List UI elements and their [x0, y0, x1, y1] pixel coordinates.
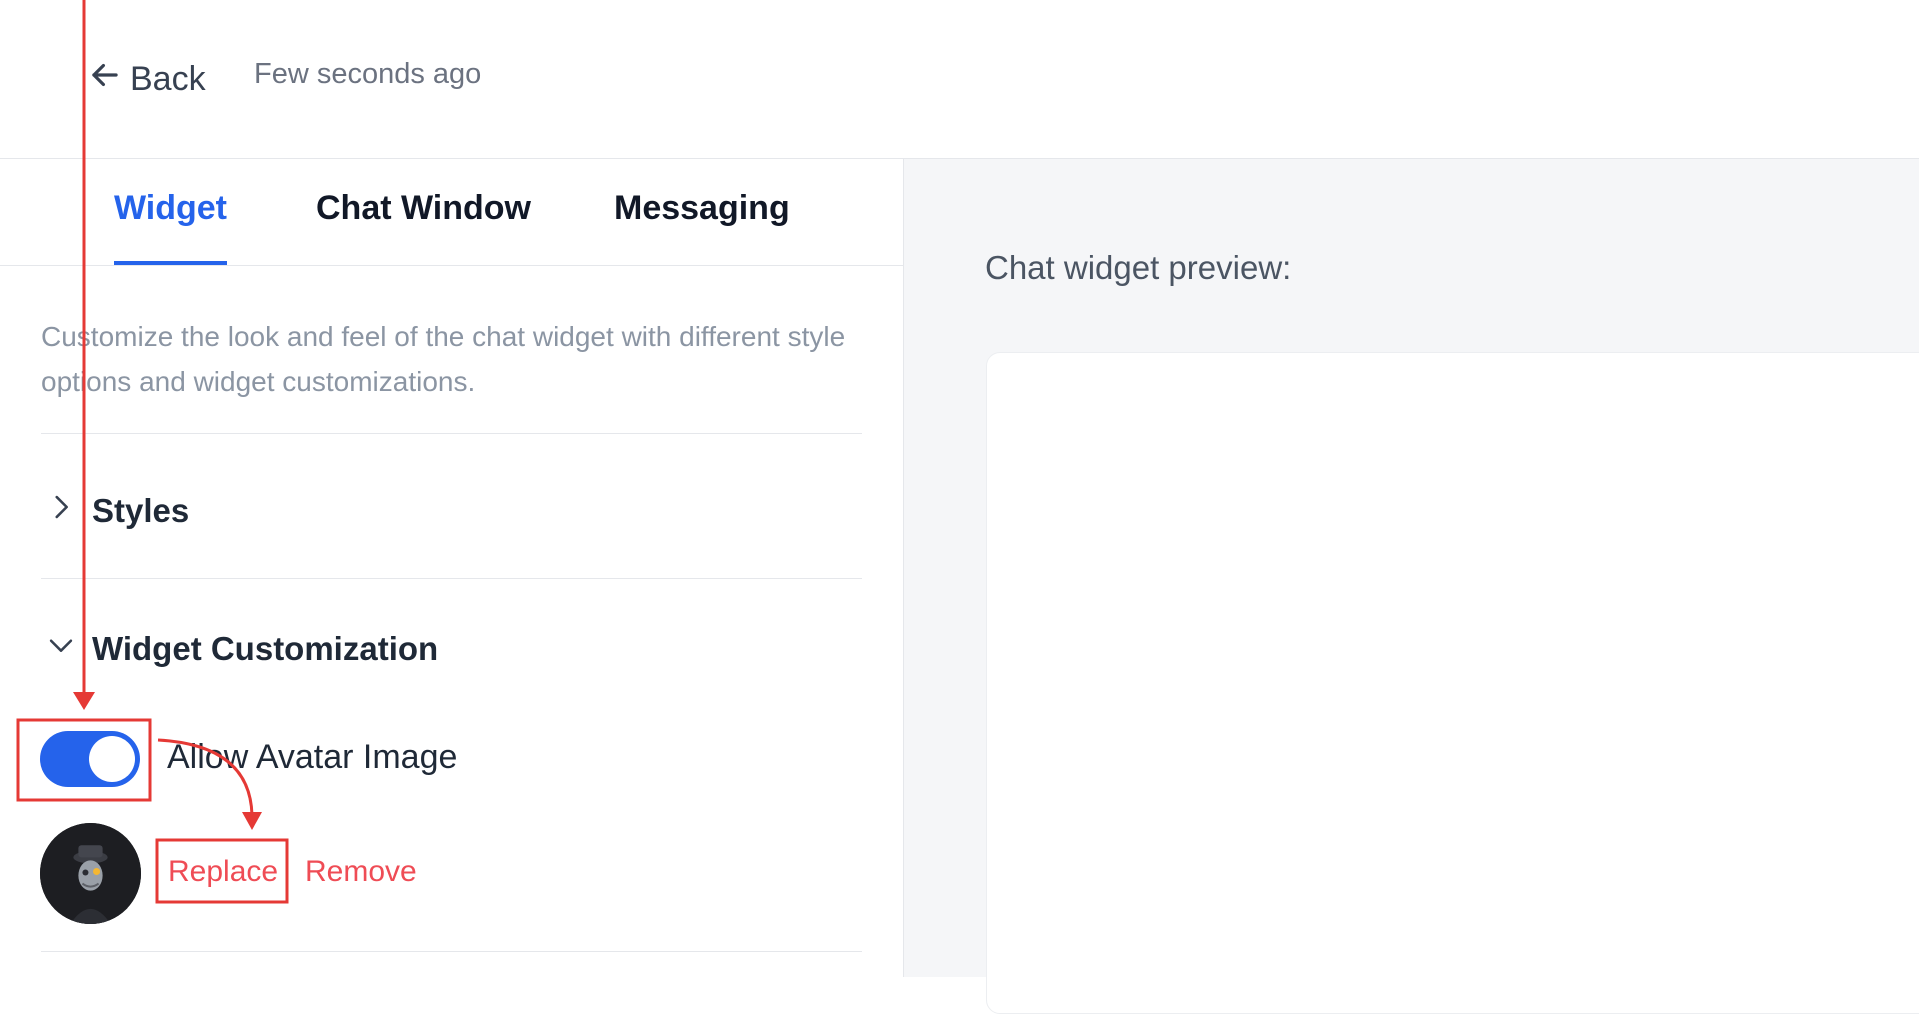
saved-status: Few seconds ago — [254, 58, 482, 90]
arrow-left-icon — [86, 56, 124, 103]
back-label: Back — [130, 59, 206, 98]
toggle-knob — [89, 736, 135, 782]
replace-avatar-link[interactable]: Replace — [168, 855, 278, 889]
avatar-image — [40, 823, 141, 924]
tab-chat-window[interactable]: Chat Window — [316, 187, 531, 265]
styles-section-label: Styles — [92, 492, 190, 529]
chat-widget-preview — [986, 352, 1919, 1014]
panel-description: Customize the look and feel of the chat … — [41, 321, 846, 397]
allow-avatar-toggle[interactable] — [40, 731, 140, 787]
chevron-down-icon — [44, 628, 78, 670]
divider — [41, 578, 862, 579]
preview-area: Chat widget preview: — [904, 159, 1919, 1014]
divider — [41, 433, 862, 434]
tab-widget[interactable]: Widget — [114, 187, 228, 265]
allow-avatar-label: Allow Avatar Image — [167, 738, 458, 776]
styles-section-header[interactable]: Styles — [44, 489, 189, 533]
widget-customization-section-header[interactable]: Widget Customization — [44, 627, 438, 671]
divider — [41, 951, 862, 952]
avatar — [40, 823, 141, 924]
tab-bar: Widget Chat Window Messaging — [0, 159, 903, 266]
top-bar: Back Few seconds ago — [0, 0, 1919, 159]
remove-avatar-link[interactable]: Remove — [305, 855, 417, 889]
widget-customization-label: Widget Customization — [92, 630, 439, 667]
tab-messaging[interactable]: Messaging — [614, 187, 790, 265]
back-button[interactable]: Back — [86, 56, 206, 102]
preview-title: Chat widget preview: — [985, 249, 1292, 286]
chevron-right-icon — [44, 490, 78, 532]
